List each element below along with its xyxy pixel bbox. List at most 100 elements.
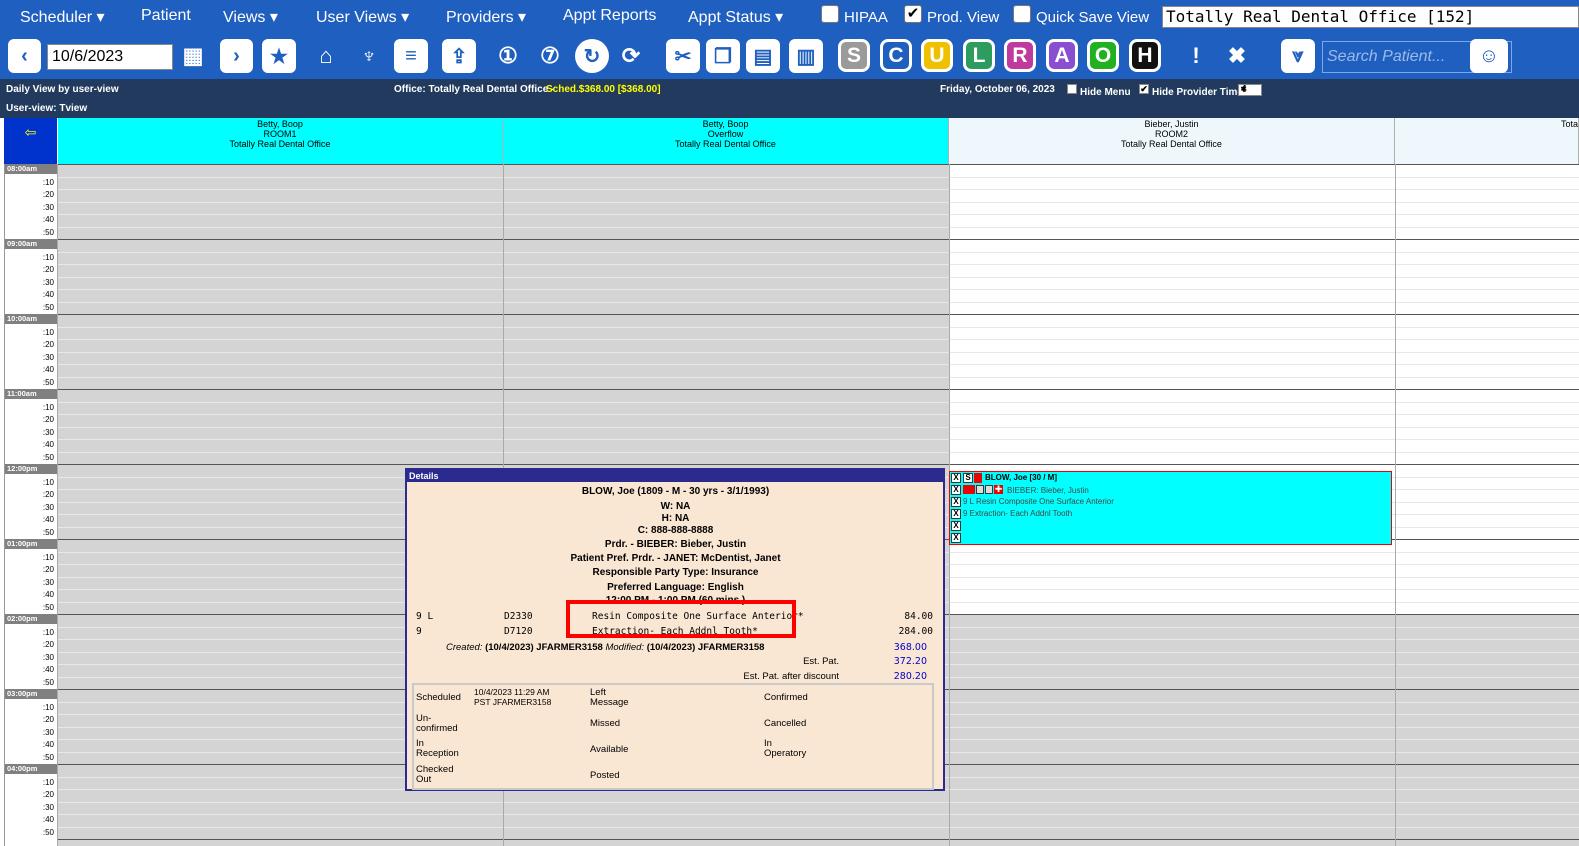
slot-line — [58, 314, 1579, 315]
hide-menu-checkbox[interactable] — [1067, 84, 1077, 94]
menu-views[interactable]: Views ▾ — [223, 7, 278, 27]
calendar-icon[interactable]: ▦ — [176, 39, 210, 73]
sync-icon[interactable]: ⟳ — [614, 39, 648, 73]
paste-icon[interactable]: ▤ — [746, 39, 780, 73]
slot-line — [58, 826, 1579, 828]
appt-x-button[interactable]: X — [951, 509, 961, 519]
hour-label: 08:00am — [4, 164, 57, 174]
office-select[interactable]: Totally Real Dental Office [152] — [1162, 6, 1579, 28]
status-missed: Missed — [590, 718, 621, 729]
appt-en-badge — [963, 485, 975, 494]
appt-x-button[interactable]: X — [951, 521, 961, 531]
slot-line — [58, 276, 1579, 278]
hour-label: 12:00pm — [4, 464, 57, 474]
slot-line — [58, 351, 1579, 353]
menu-appt-status[interactable]: Appt Status ▾ — [688, 7, 783, 27]
column-header-room1[interactable]: Betty, Boop ROOM1 Totally Real Dental Offi… — [58, 118, 503, 164]
sched-total: Sched.$368.00 [$368.00] — [546, 84, 661, 95]
home-icon[interactable]: ⌂ — [309, 39, 343, 73]
minute-label: :30 — [4, 651, 57, 664]
minute-label: :20 — [4, 414, 57, 427]
minute-label: :50 — [4, 226, 57, 239]
minute-label: :30 — [4, 201, 57, 214]
appt-s-badge: S — [963, 473, 973, 483]
hide-provider-time-checkbox[interactable]: ✔ — [1139, 84, 1149, 94]
status-u-button[interactable]: U — [921, 39, 953, 72]
appointment-block[interactable]: X S BLOW, Joe [30 / M] X ✚ BIEBER: Biebe… — [949, 471, 1392, 545]
menu-patient[interactable]: Patient — [141, 7, 191, 25]
details-patient: BLOW, Joe (1809 - M - 30 yrs - 3/1/1993) — [581, 486, 770, 497]
hipaa-label: HIPAA — [844, 9, 888, 26]
slot-line — [58, 251, 1579, 253]
minute-label: :20 — [4, 789, 57, 802]
favorite-calendar-icon[interactable]: ★ — [262, 39, 296, 73]
minute-label: :50 — [4, 376, 57, 389]
column-header-overflow[interactable]: Betty, Boop Overflow Totally Real Dental O… — [503, 118, 949, 164]
status-h-button[interactable]: H — [1129, 39, 1161, 72]
status-c-button[interactable]: C — [880, 39, 912, 72]
refresh-icon[interactable]: ↻ — [575, 39, 609, 73]
column-divider — [1395, 164, 1396, 846]
calendar-one-icon[interactable]: ① — [491, 39, 525, 73]
menu-appt-reports[interactable]: Appt Reports — [563, 7, 656, 25]
minute-label: :10 — [4, 551, 57, 564]
details-cell-phone: C: 888-888-8888 — [637, 525, 714, 536]
hipaa-checkbox[interactable] — [821, 5, 839, 23]
date-input[interactable]: 10/6/2023 — [47, 44, 173, 70]
status-l-button[interactable]: L — [963, 39, 995, 72]
slot-line — [58, 814, 1579, 815]
column-header-room2[interactable]: Bieber, Justin ROOM2 Totally Real Dental O… — [949, 118, 1395, 164]
minute-label: :30 — [4, 351, 57, 364]
prod-view-label: Prod. View — [927, 9, 1000, 26]
calendar-seven-icon[interactable]: ⑦ — [533, 39, 567, 73]
procedure-code: D2330 — [504, 611, 533, 622]
prev-day-button[interactable]: ‹ — [8, 39, 41, 73]
tooth-icon[interactable]: ♆ — [352, 39, 386, 73]
procedure-code: D7120 — [504, 626, 533, 637]
slot-line — [58, 464, 1579, 465]
chevron-right-icon: › — [233, 44, 240, 67]
minute-label: :30 — [4, 576, 57, 589]
info-bar: Daily View by user-view Office: Totally … — [0, 79, 1579, 118]
calendar-cancel-icon[interactable]: ✖ — [1220, 39, 1254, 73]
calendar-upload-icon[interactable]: ⇪ — [442, 39, 476, 73]
hour-label: 01:00pm — [4, 539, 57, 549]
status-s-button[interactable]: S — [838, 39, 870, 72]
details-provider: Prdr. - BIEBER: Bieber, Justin — [604, 539, 747, 550]
slot-line — [58, 189, 1579, 190]
appt-patient-name: BLOW, Joe [30 / M] — [985, 473, 1058, 482]
status-a-button[interactable]: A — [1046, 39, 1078, 72]
minute-label: :40 — [4, 439, 57, 452]
slot-line — [58, 214, 1579, 215]
scissors-icon[interactable]: ✂ — [666, 39, 700, 73]
back-arrow-icon[interactable]: ⇦ — [4, 118, 57, 164]
appt-x-button[interactable]: X — [951, 485, 961, 495]
menu-providers[interactable]: Providers ▾ — [446, 7, 526, 27]
calendar-alert-icon[interactable]: ! — [1179, 39, 1213, 73]
next-day-button[interactable]: › — [220, 39, 253, 73]
interval-select[interactable]: 4 ▾ — [1238, 84, 1262, 96]
menu-scheduler[interactable]: Scheduler ▾ — [20, 7, 105, 27]
quick-save-checkbox[interactable] — [1013, 5, 1031, 23]
expand-down-icon[interactable]: ⩔ — [1281, 39, 1315, 73]
menu-user-views[interactable]: User Views ▾ — [316, 7, 409, 27]
details-total: 368.00 — [893, 642, 927, 653]
est-pat-discount-label: Est. Pat. after discount — [743, 671, 839, 682]
appt-x-button[interactable]: X — [951, 497, 961, 507]
slot-line — [58, 414, 1579, 415]
trash-icon[interactable]: ▥ — [789, 39, 823, 73]
status-o-button[interactable]: O — [1087, 39, 1119, 72]
prod-view-checkbox[interactable]: ✔ — [904, 5, 922, 23]
column-header-next[interactable]: Tota — [1395, 118, 1579, 164]
appt-x-button[interactable]: X — [951, 473, 961, 483]
status-r-button[interactable]: R — [1004, 39, 1036, 72]
notes-icon[interactable]: ≡ — [394, 39, 428, 73]
minute-label: :50 — [4, 751, 57, 764]
status-confirmed: Confirmed — [764, 692, 808, 703]
userview-label: User-view: Tview — [6, 103, 88, 114]
user-search-icon[interactable]: ☺ — [1470, 39, 1508, 73]
slot-line — [58, 801, 1579, 803]
copy-icon[interactable]: ❐ — [706, 39, 740, 73]
hide-menu-label: Hide Menu — [1080, 87, 1131, 98]
appt-x-button[interactable]: X — [951, 533, 961, 543]
